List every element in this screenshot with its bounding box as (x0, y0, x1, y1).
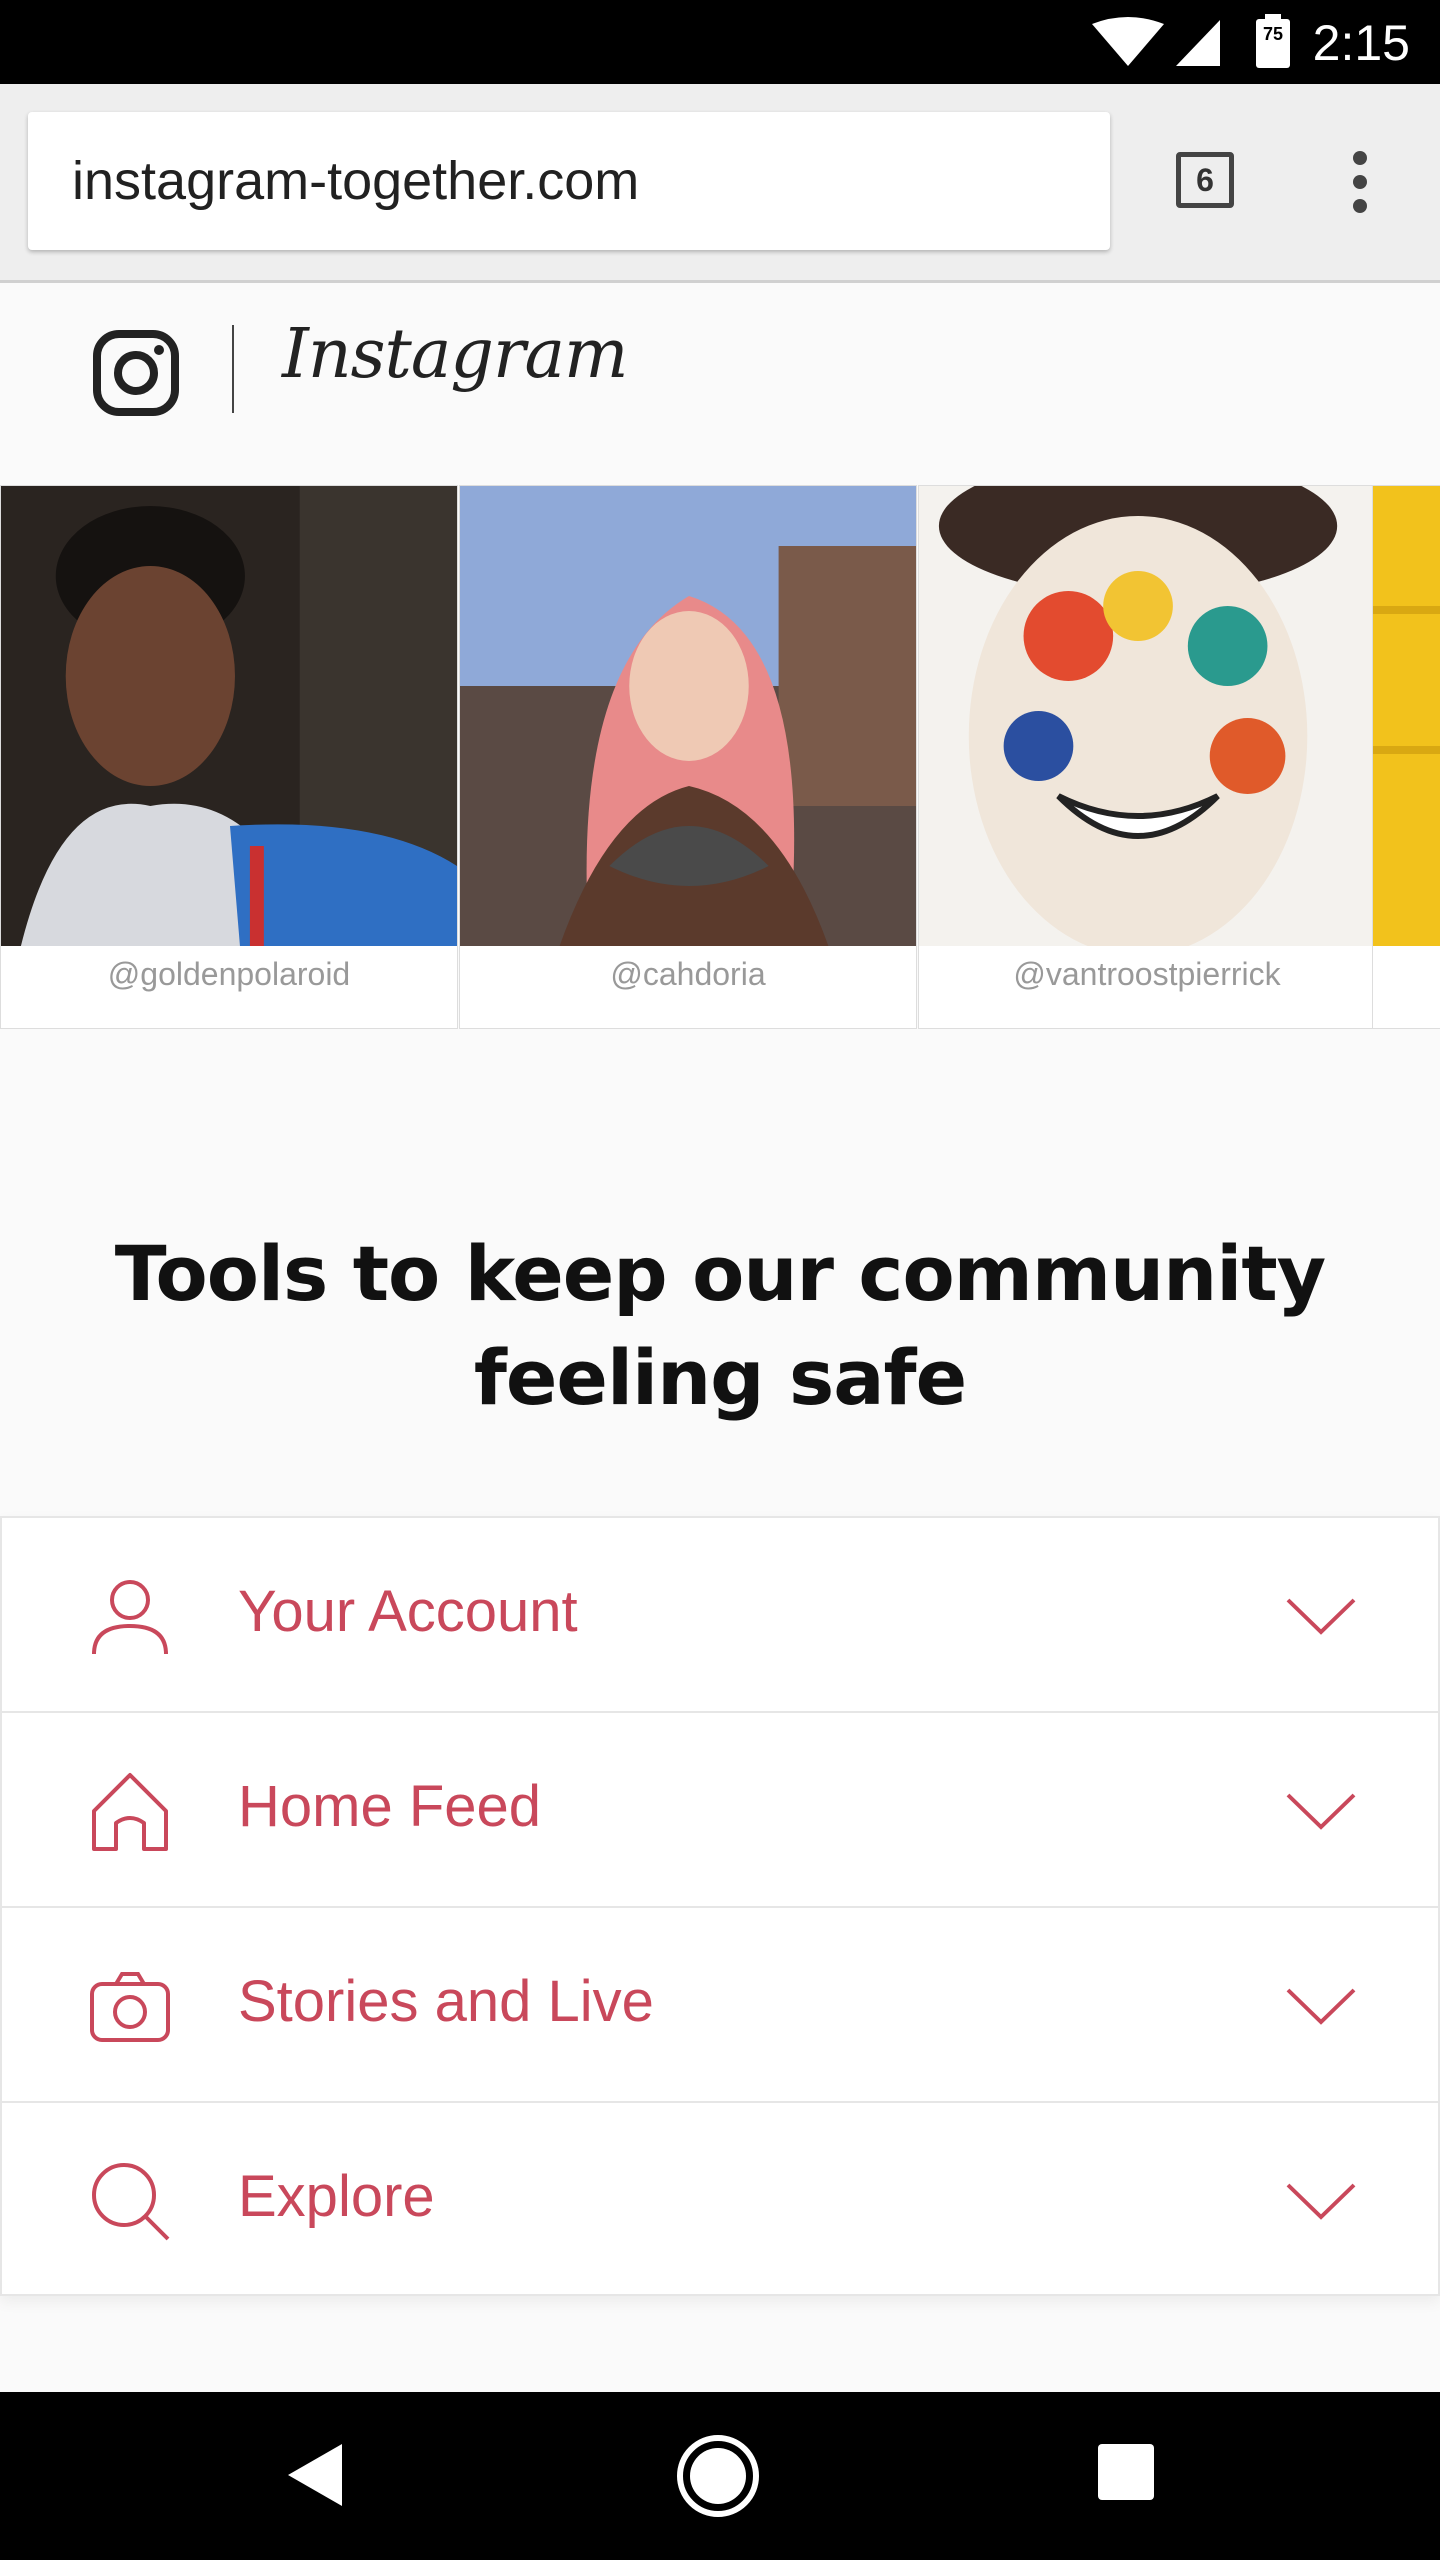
site-header: Instagram (0, 283, 1440, 483)
portrait-photo (1, 486, 457, 946)
chevron-down-icon (1286, 1988, 1356, 2025)
photo-card[interactable]: @goldenpolaroid (0, 485, 458, 1029)
home-button-icon[interactable] (676, 2434, 760, 2518)
chevron-down-icon (1286, 1793, 1356, 1830)
header-divider (232, 325, 234, 413)
accordion-item-your-account[interactable]: Your Account (0, 1516, 1440, 1711)
accordion-label: Stories and Live (238, 1969, 654, 2034)
portrait-photo (460, 486, 916, 946)
safety-tools-accordion: Your Account Home Feed Stories and Live … (0, 1516, 1440, 2296)
photo-card[interactable]: @cahdoria (459, 485, 917, 1029)
status-icons (1092, 17, 1220, 66)
photo-card[interactable] (1372, 485, 1440, 1029)
tab-switcher-button[interactable]: 6 (1176, 152, 1234, 208)
accordion-label: Home Feed (238, 1774, 542, 1839)
browser-toolbar: instagram-together.com 6 (0, 84, 1440, 283)
status-time: 2:15 (1312, 15, 1410, 71)
camera-icon (90, 1972, 170, 2042)
photo-handle: @goldenpolaroid (107, 956, 351, 992)
battery-level: 75 (1262, 24, 1284, 44)
portrait-photo (1373, 486, 1440, 946)
section-heading: Tools to keep our community feeling safe (114, 1229, 1326, 1422)
accordion-label: Your Account (238, 1579, 578, 1644)
chevron-down-icon (1286, 1598, 1356, 1635)
back-icon[interactable] (284, 2442, 344, 2508)
wifi-icon (1092, 17, 1164, 66)
accordion-item-stories-and-live[interactable]: Stories and Live (0, 1906, 1440, 2101)
recent-apps-icon[interactable] (1098, 2444, 1154, 2500)
status-bar: 75 2:15 (0, 0, 1440, 84)
accordion-item-home-feed[interactable]: Home Feed (0, 1711, 1440, 1906)
url-text: instagram-together.com (72, 151, 640, 211)
photo-handle: @cahdoria (610, 956, 766, 992)
photo-card[interactable]: @vantroostpierrick (918, 485, 1376, 1029)
photo-handle: @vantroostpierrick (1013, 956, 1281, 992)
instagram-wordmark[interactable]: Instagram (282, 315, 628, 394)
instagram-glyph-icon[interactable] (92, 329, 180, 417)
accordion-item-explore[interactable]: Explore (0, 2101, 1440, 2296)
search-icon (92, 2163, 170, 2241)
accordion-label: Explore (238, 2164, 435, 2229)
photo-carousel[interactable]: @goldenpolaroid @cahdoria @vantroostpier… (0, 485, 1440, 1030)
signal-icon (1176, 20, 1220, 66)
portrait-photo (919, 486, 1375, 946)
chevron-down-icon (1286, 2183, 1356, 2220)
overflow-menu-icon[interactable] (1340, 150, 1380, 214)
url-bar[interactable]: instagram-together.com (28, 112, 1110, 250)
system-nav-bar (0, 2392, 1440, 2560)
home-icon (92, 1773, 168, 1851)
person-icon (92, 1580, 168, 1655)
